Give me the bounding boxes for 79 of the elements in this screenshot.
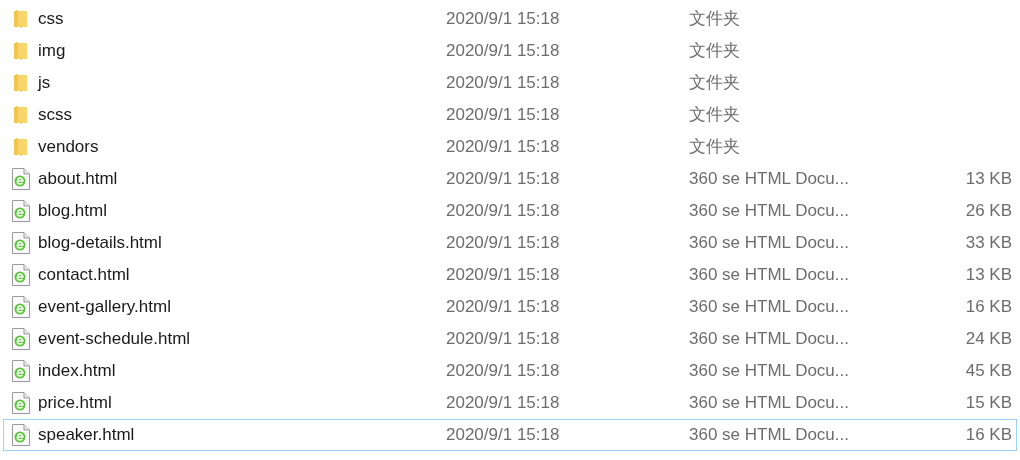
file-type: 360 se HTML Docu... [689,200,850,223]
modified-date: 2020/9/1 15:18 [446,40,561,63]
file-row[interactable]: vendors 2020/9/1 15:18 文件夹 [3,131,1017,163]
file-type: 文件夹 [689,40,741,63]
file-type: 文件夹 [689,8,741,31]
file-size: 15 KB [964,392,1013,415]
file-row[interactable]: blog-details.html 2020/9/1 15:18 360 se HTML Docu... 33 KB [3,227,1017,259]
file-name: vendors [37,136,100,159]
file-name: blog-details.html [37,232,163,255]
html-file-icon [11,423,31,447]
file-name: scss [37,104,73,127]
file-type: 360 se HTML Docu... [689,232,850,255]
file-type: 文件夹 [689,72,741,95]
folder-icon [13,137,29,157]
file-row[interactable]: speaker.html 2020/9/1 15:18 360 se HTML Docu... 16 KB [3,419,1017,451]
file-row[interactable]: css 2020/9/1 15:18 文件夹 [3,3,1017,35]
file-type: 360 se HTML Docu... [689,328,850,351]
file-type: 360 se HTML Docu... [689,168,850,191]
html-file-icon [11,167,31,191]
modified-date: 2020/9/1 15:18 [446,328,561,351]
modified-date: 2020/9/1 15:18 [446,264,561,287]
modified-date: 2020/9/1 15:18 [446,8,561,31]
file-type: 360 se HTML Docu... [689,360,850,383]
folder-icon [13,73,29,93]
file-type: 360 se HTML Docu... [689,424,850,447]
file-name: css [37,8,65,31]
html-file-icon [11,327,31,351]
file-name: event-gallery.html [37,296,172,319]
file-row[interactable]: blog.html 2020/9/1 15:18 360 se HTML Docu... 26 KB [3,195,1017,227]
file-size: 16 KB [964,296,1013,319]
file-row[interactable]: js 2020/9/1 15:18 文件夹 [3,67,1017,99]
folder-icon [13,41,29,61]
file-name: blog.html [37,200,108,223]
file-row[interactable]: event-schedule.html 2020/9/1 15:18 360 se HTML Docu... 24 KB [3,323,1017,355]
file-row[interactable]: img 2020/9/1 15:18 文件夹 [3,35,1017,67]
file-name: price.html [37,392,113,415]
file-type: 360 se HTML Docu... [689,392,850,415]
html-file-icon [11,295,31,319]
modified-date: 2020/9/1 15:18 [446,296,561,319]
html-file-icon [11,199,31,223]
file-name: speaker.html [37,424,136,447]
file-type: 360 se HTML Docu... [689,264,850,287]
file-size: 24 KB [964,328,1013,351]
html-file-icon [11,359,31,383]
file-row[interactable]: index.html 2020/9/1 15:18 360 se HTML Docu... 45 KB [3,355,1017,387]
file-type: 文件夹 [689,104,741,127]
modified-date: 2020/9/1 15:18 [446,392,561,415]
file-size: 45 KB [964,360,1013,383]
modified-date: 2020/9/1 15:18 [446,360,561,383]
file-row[interactable]: price.html 2020/9/1 15:18 360 se HTML Docu... 15 KB [3,387,1017,419]
file-size: 16 KB [964,424,1013,447]
file-type: 360 se HTML Docu... [689,296,850,319]
file-name: js [36,72,52,95]
file-size: 13 KB [964,264,1013,287]
file-type: 文件夹 [689,136,741,159]
folder-icon [13,9,29,29]
file-name: contact.html [37,264,131,287]
modified-date: 2020/9/1 15:18 [446,200,561,223]
file-name: img [37,40,67,63]
modified-date: 2020/9/1 15:18 [446,72,561,95]
file-size: 26 KB [964,200,1013,223]
modified-date: 2020/9/1 15:18 [446,136,561,159]
file-row[interactable]: event-gallery.html 2020/9/1 15:18 360 se HTML Docu... 16 KB [3,291,1017,323]
file-size: 33 KB [964,232,1013,255]
file-row[interactable]: about.html 2020/9/1 15:18 360 se HTML Docu... 13 KB [3,163,1017,195]
file-name: about.html [37,168,119,191]
html-file-icon [11,263,31,287]
html-file-icon [11,231,31,255]
file-size: 13 KB [964,168,1013,191]
modified-date: 2020/9/1 15:18 [446,424,561,447]
modified-date: 2020/9/1 15:18 [446,232,561,255]
html-file-icon [11,391,31,415]
file-name: index.html [37,360,117,383]
file-name: event-schedule.html [37,328,192,351]
modified-date: 2020/9/1 15:18 [446,168,561,191]
file-row[interactable]: contact.html 2020/9/1 15:18 360 se HTML Docu... 13 KB [3,259,1017,291]
modified-date: 2020/9/1 15:18 [446,104,561,127]
folder-icon [13,105,29,125]
file-row[interactable]: scss 2020/9/1 15:18 文件夹 [3,99,1017,131]
